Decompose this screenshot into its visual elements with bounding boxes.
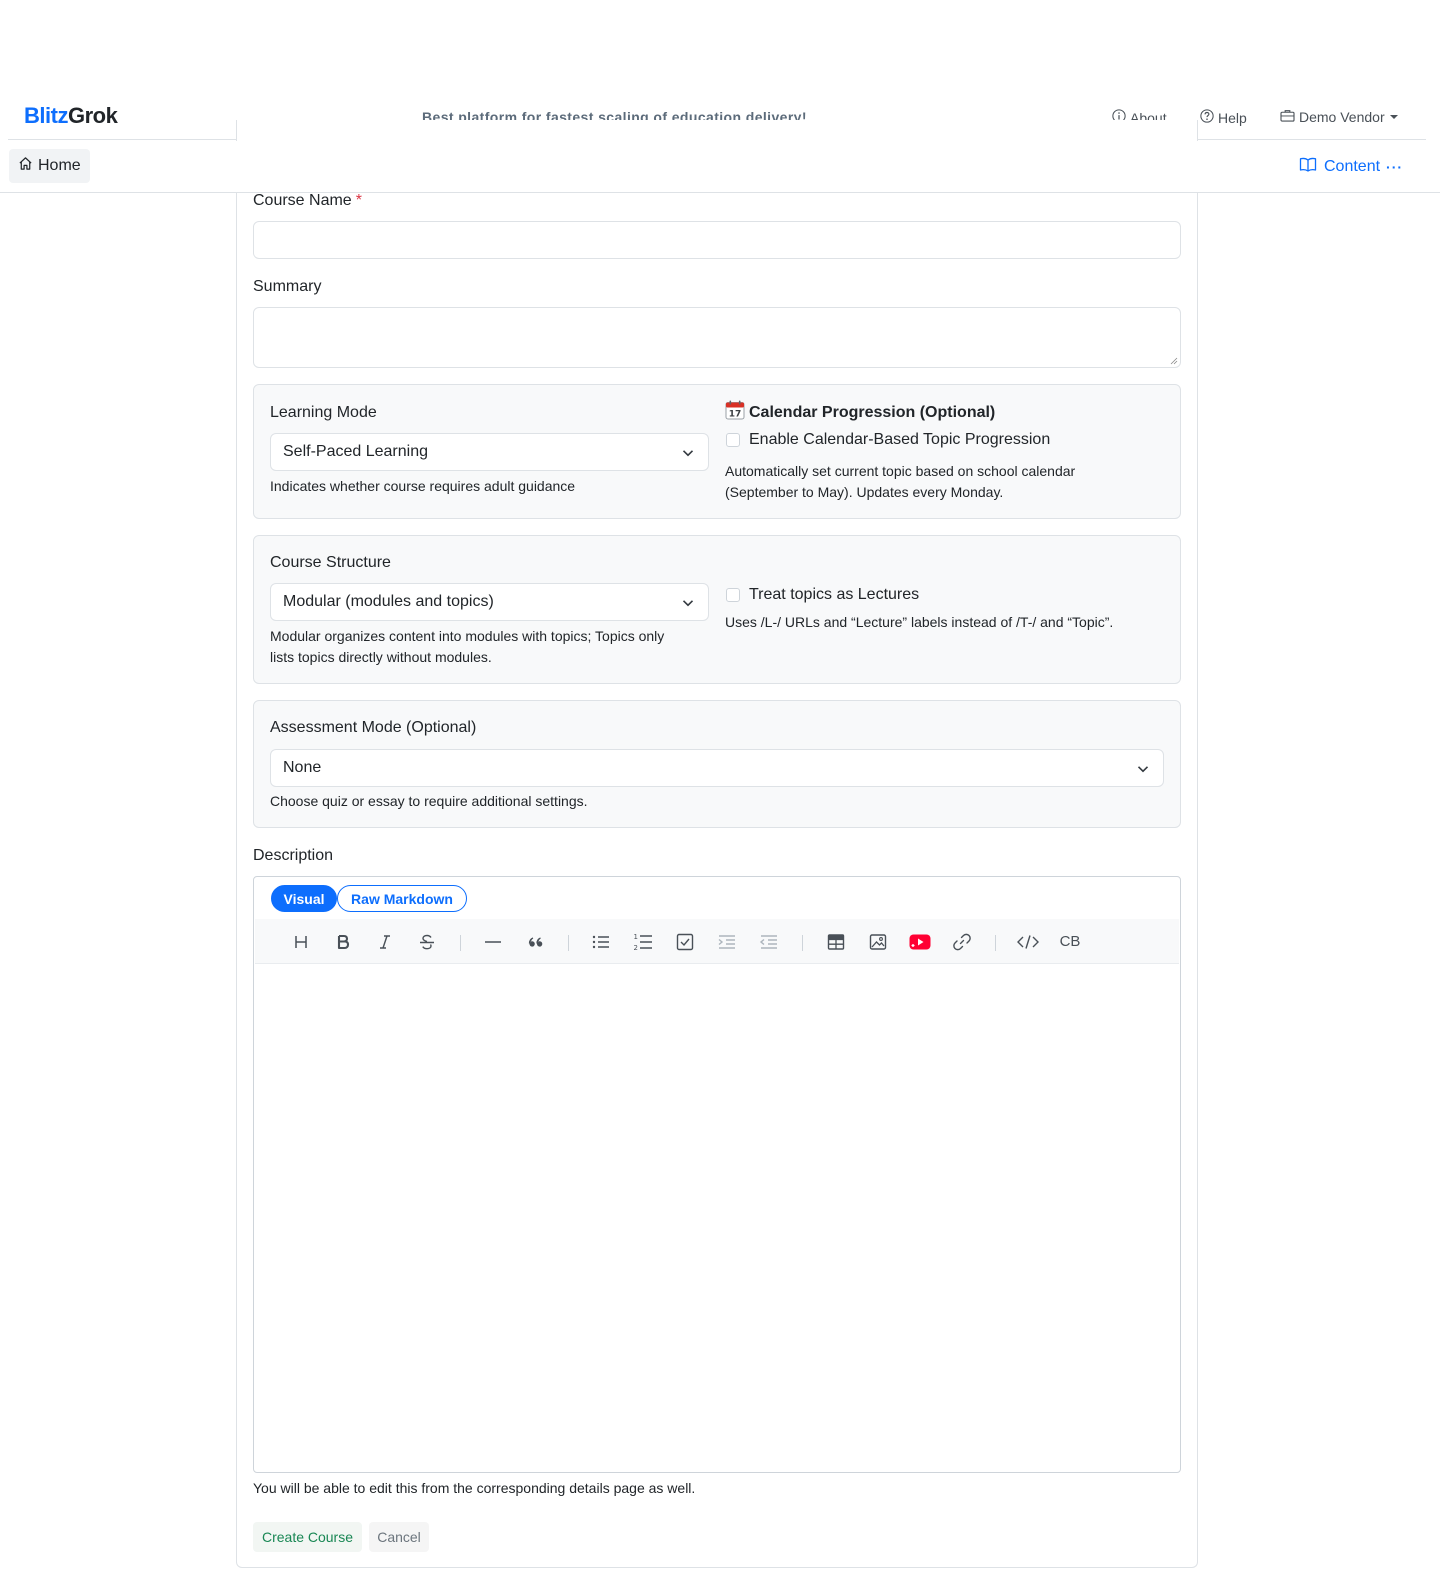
link-icon[interactable] — [941, 919, 983, 964]
brand-logo[interactable]: BlitzGrok — [24, 103, 118, 129]
learning-mode-label: Learning Mode — [270, 404, 377, 421]
course-structure-label: Course Structure — [270, 554, 391, 571]
horizontal-rule-icon[interactable] — [472, 919, 514, 964]
image-icon[interactable] — [857, 919, 899, 964]
svg-text:2: 2 — [634, 944, 638, 952]
assessment-mode-label: Assessment Mode (Optional) — [270, 719, 477, 736]
secondary-navbar: Home Content ··· — [0, 141, 1440, 193]
learning-mode-help: Indicates whether course requires adult … — [270, 478, 576, 494]
svg-text:1: 1 — [634, 933, 638, 941]
calendar-help-line-1: Automatically set current topic based on… — [725, 463, 1076, 479]
course-structure-help-line-1: Modular organizes content into modules w… — [270, 628, 665, 644]
more-dots-icon[interactable]: ··· — [1386, 159, 1403, 175]
book-icon — [1299, 157, 1324, 177]
tab-raw-markdown[interactable]: Raw Markdown — [337, 885, 467, 912]
calendar-progression-title: 17 Calendar Progression (Optional) — [725, 400, 995, 425]
summary-label: Summary — [253, 278, 322, 295]
house-icon — [18, 156, 38, 176]
lectures-checkbox-label[interactable]: Treat topics as Lectures — [749, 586, 919, 604]
description-footnote: You will be able to edit this from the c… — [253, 1480, 696, 1496]
assessment-mode-value: None — [283, 759, 322, 776]
outdent-icon[interactable] — [748, 919, 790, 964]
editor-toolbar: 12 CB — [255, 919, 1179, 964]
home-button[interactable]: Home — [9, 149, 90, 183]
toolbar-separator — [460, 935, 461, 951]
toolbar-separator — [568, 935, 569, 951]
italic-icon[interactable] — [364, 919, 406, 964]
calendar-icon: 17 — [725, 400, 745, 425]
required-marker: * — [355, 192, 362, 209]
lectures-checkbox[interactable] — [726, 588, 740, 602]
summary-textarea[interactable] — [253, 307, 1181, 368]
bold-icon[interactable] — [322, 919, 364, 964]
nav-help[interactable]: Help — [1200, 109, 1247, 126]
nav-help-label: Help — [1218, 109, 1247, 126]
editor-content-area[interactable] — [255, 965, 1179, 1470]
task-list-icon[interactable] — [664, 919, 706, 964]
brand-part-2: Grok — [67, 103, 118, 128]
course-structure-help-line-2: lists topics directly without modules. — [270, 649, 492, 665]
tab-visual[interactable]: Visual — [271, 885, 337, 912]
learning-mode-value: Self-Paced Learning — [283, 443, 428, 460]
strikethrough-icon[interactable] — [406, 919, 448, 964]
vendor-label: Demo Vendor — [1299, 109, 1385, 125]
code-block-icon[interactable]: CB — [1049, 919, 1091, 964]
caret-down-icon — [1389, 115, 1398, 119]
toolbar-separator — [802, 935, 803, 951]
calendar-help-line-2: (September to May). Updates every Monday… — [725, 484, 1004, 500]
youtube-icon[interactable] — [899, 919, 941, 964]
bullet-list-icon[interactable] — [580, 919, 622, 964]
chevron-down-icon — [682, 450, 694, 457]
lectures-help: Uses /L-/ URLs and “Lecture” labels inst… — [725, 614, 1114, 630]
markdown-editor: Visual Raw Markdown 12 CB — [253, 876, 1181, 1473]
chevron-down-icon — [682, 600, 694, 607]
calendar-progression-checkbox-label[interactable]: Enable Calendar-Based Topic Progression — [749, 431, 1050, 449]
indent-icon[interactable] — [706, 919, 748, 964]
assessment-help: Choose quiz or essay to require addition… — [270, 793, 588, 809]
table-icon[interactable] — [815, 919, 857, 964]
cancel-button[interactable]: Cancel — [369, 1522, 429, 1552]
home-label: Home — [38, 157, 81, 174]
quote-icon[interactable] — [514, 919, 556, 964]
svg-text:17: 17 — [729, 410, 742, 420]
course-name-label-text: Course Name — [253, 192, 352, 209]
heading-icon[interactable] — [280, 919, 322, 964]
content-menu-link[interactable]: Content ··· — [1299, 157, 1403, 177]
resize-grip-icon[interactable] — [1170, 357, 1178, 365]
course-name-input[interactable] — [253, 221, 1181, 259]
vendor-dropdown[interactable]: Demo Vendor — [1280, 109, 1398, 125]
description-label: Description — [253, 847, 334, 864]
chevron-down-icon — [1137, 766, 1149, 773]
course-structure-value: Modular (modules and topics) — [283, 593, 494, 610]
calendar-progression-title-text: Calendar Progression (Optional) — [749, 403, 996, 421]
calendar-progression-checkbox[interactable] — [726, 433, 740, 447]
toolbar-separator — [995, 935, 996, 951]
course-name-label: Course Name * — [253, 192, 362, 210]
brand-part-1: Blitz — [24, 103, 68, 128]
learning-mode-select[interactable]: Self-Paced Learning — [270, 433, 709, 471]
content-label: Content — [1324, 158, 1381, 175]
course-structure-select[interactable]: Modular (modules and topics) — [270, 583, 709, 621]
create-course-button[interactable]: Create Course — [253, 1522, 362, 1552]
assessment-mode-select[interactable]: None — [270, 749, 1164, 787]
code-icon[interactable] — [1007, 919, 1049, 964]
numbered-list-icon[interactable]: 12 — [622, 919, 664, 964]
briefcase-icon — [1280, 109, 1299, 125]
question-icon — [1200, 109, 1218, 126]
